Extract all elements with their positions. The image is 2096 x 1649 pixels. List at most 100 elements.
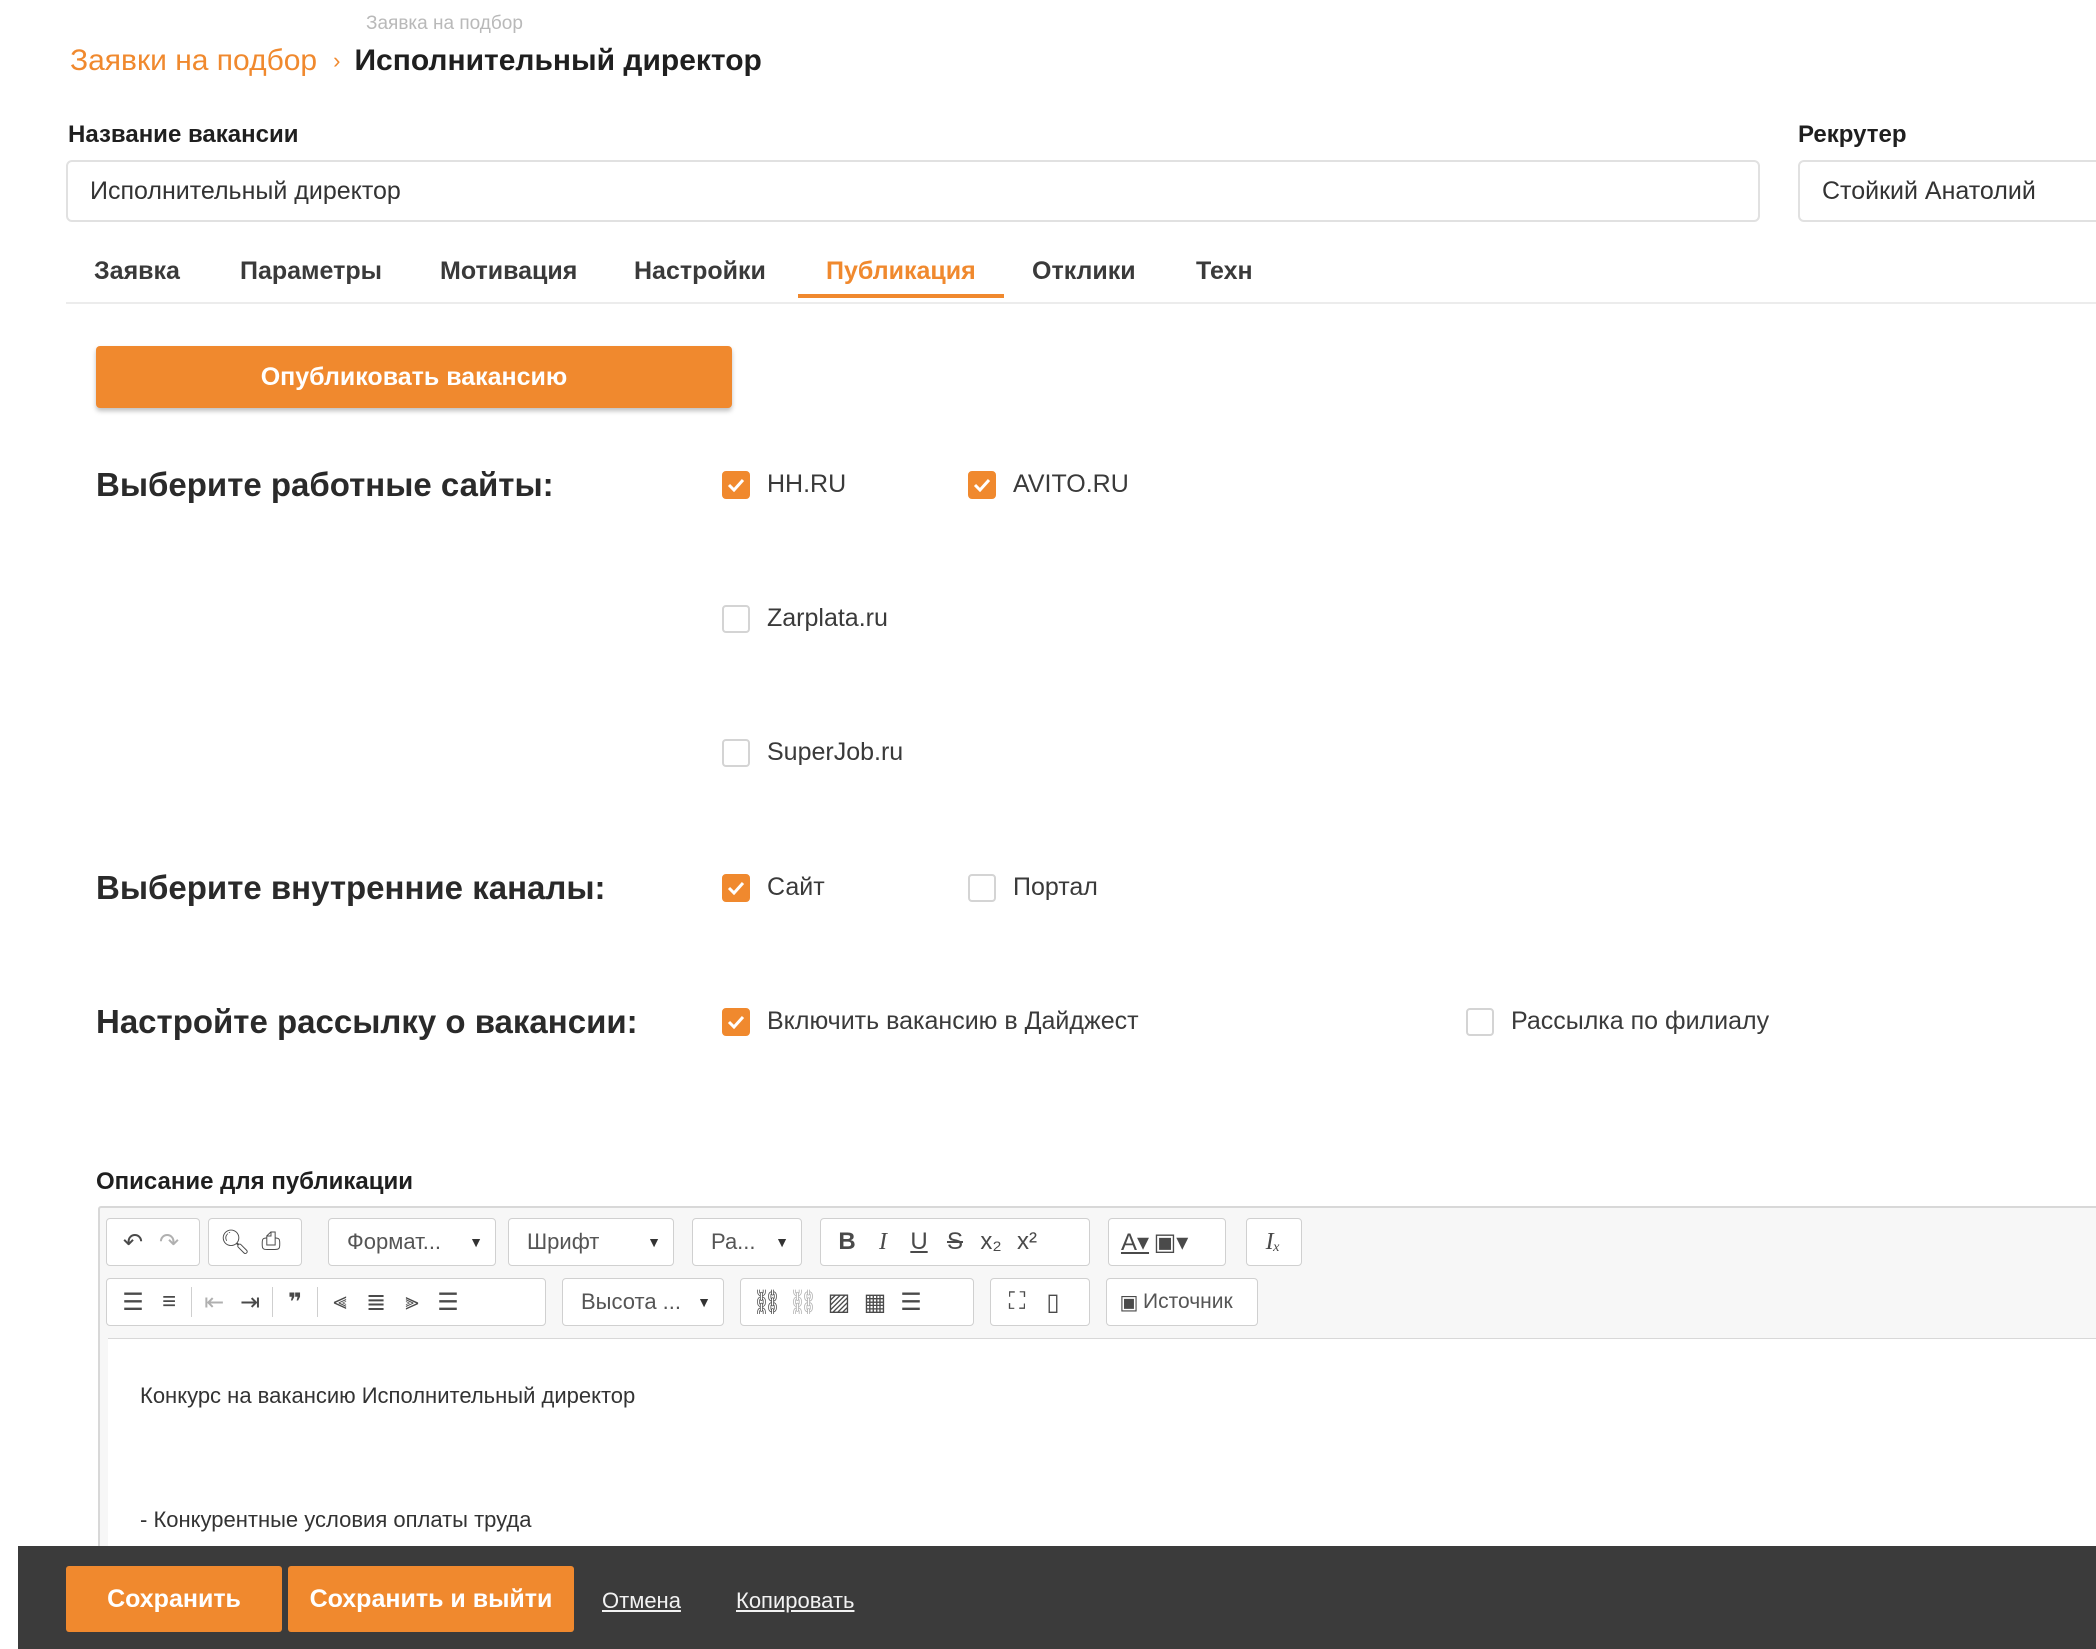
checkbox-zarplata-box[interactable] (722, 604, 750, 633)
bulleted-list-icon[interactable]: ☰ (115, 1282, 151, 1322)
checkbox-branch-mailing-label: Рассылка по филиалу (1511, 1007, 1770, 1035)
cancel-link[interactable]: Отмена (602, 1588, 681, 1614)
checkbox-site[interactable]: Сайт (722, 873, 825, 902)
vacancy-name-label: Название вакансии (68, 121, 299, 148)
toolbar-divider (272, 1287, 273, 1317)
checkbox-digest-box[interactable] (722, 1007, 750, 1036)
checkbox-zarplata-label: Zarplata.ru (767, 604, 888, 632)
checkbox-hh[interactable]: HH.RU (722, 470, 846, 499)
recruiter-label: Рекрутер (1798, 121, 1907, 148)
image-icon[interactable]: ▨ (821, 1282, 857, 1322)
format-select[interactable]: Формат... ▼ (328, 1218, 496, 1266)
numbered-list-icon[interactable]: ≡ (151, 1282, 187, 1322)
checkbox-portal-label: Портал (1013, 873, 1098, 901)
chevron-down-icon: ▼ (697, 1294, 711, 1310)
size-select-value: Ра... (711, 1229, 756, 1254)
undo-icon[interactable]: ↶ (115, 1222, 151, 1262)
checkbox-zarplata[interactable]: Zarplata.ru (722, 604, 888, 633)
redo-icon[interactable]: ↷ (151, 1222, 187, 1262)
tab-responses[interactable]: Отклики (1032, 240, 1136, 302)
history-group: ↶ ↷ (106, 1218, 200, 1266)
checkbox-superjob-label: SuperJob.ru (767, 738, 904, 766)
breadcrumb-caption: Заявка на подбор (366, 13, 523, 34)
blockquote-icon[interactable]: ❞ (277, 1282, 313, 1322)
save-button[interactable]: Сохранить (66, 1566, 282, 1632)
tab-tech[interactable]: Техн (1196, 240, 1253, 302)
align-right-icon[interactable]: ⫸ (394, 1282, 430, 1322)
editor-content[interactable]: Конкурс на вакансию Исполнительный дирек… (108, 1338, 2096, 1563)
recruiter-value: Стойкий Анатолий (1822, 176, 2036, 205)
background-color-icon[interactable]: ▣▾ (1153, 1222, 1189, 1262)
breadcrumb-parent-link[interactable]: Заявки на подбор (70, 44, 317, 78)
preview-icon[interactable]: 🔍︎ (217, 1222, 253, 1262)
underline-icon[interactable]: U (901, 1222, 937, 1262)
checkbox-superjob[interactable]: SuperJob.ru (722, 738, 903, 767)
italic-icon[interactable]: I (865, 1222, 901, 1262)
checkbox-branch-mailing-box[interactable] (1466, 1007, 1494, 1036)
chevron-down-icon: ▼ (775, 1234, 789, 1250)
source-button[interactable]: ▣ Источник (1106, 1278, 1258, 1326)
text-color-icon[interactable]: A▾ (1117, 1222, 1153, 1262)
bold-icon[interactable]: B (829, 1222, 865, 1262)
insert-group: ⛓ ⛓ ▨ ▦ ☰ (740, 1278, 974, 1326)
check-icon (727, 1015, 745, 1029)
source-button-label: Источник (1143, 1290, 1233, 1313)
font-select[interactable]: Шрифт ▼ (508, 1218, 674, 1266)
checkbox-superjob-box[interactable] (722, 738, 750, 767)
align-center-icon[interactable]: ≣ (358, 1282, 394, 1322)
checkbox-avito-label: AVITO.RU (1013, 470, 1129, 498)
clear-format-group: Iₓ (1246, 1218, 1302, 1266)
checkbox-site-label: Сайт (767, 873, 825, 901)
checkbox-avito[interactable]: AVITO.RU (968, 470, 1129, 499)
rich-text-editor: ↶ ↷ 🔍︎ ⎙ Формат... ▼ Шрифт ▼ Ра... ▼ B I U … (98, 1206, 2096, 1566)
link-icon[interactable]: ⛓ (749, 1282, 785, 1322)
align-left-icon[interactable]: ⫷ (322, 1282, 358, 1322)
strikethrough-icon[interactable]: S (937, 1222, 973, 1262)
checkbox-hh-label: HH.RU (767, 470, 847, 498)
recruiter-field[interactable]: Стойкий Анатолий (1798, 160, 2096, 222)
show-blocks-icon[interactable]: ▯ (1035, 1282, 1071, 1322)
editor-line: Конкурс на вакансию Исполнительный дирек… (140, 1383, 636, 1408)
check-icon (727, 881, 745, 895)
publish-vacancy-button[interactable]: Опубликовать вакансию (96, 346, 732, 408)
checkbox-portal[interactable]: Портал (968, 873, 1098, 902)
text-style-group: B I U S x₂ x² (820, 1218, 1090, 1266)
save-and-exit-button[interactable]: Сохранить и выйти (288, 1566, 574, 1632)
print-icon[interactable]: ⎙ (253, 1222, 289, 1262)
tab-parameters[interactable]: Параметры (240, 240, 382, 302)
horizontal-line-icon[interactable]: ☰ (893, 1282, 929, 1322)
copy-link[interactable]: Копировать (736, 1588, 854, 1614)
tab-request[interactable]: Заявка (94, 240, 180, 302)
maximize-icon[interactable]: ⛶ (999, 1282, 1035, 1322)
font-select-value: Шрифт (527, 1229, 600, 1254)
checkbox-avito-box[interactable] (968, 470, 996, 499)
checkbox-site-box[interactable] (722, 873, 750, 902)
paragraph-group: ☰ ≡ ⇤ ⇥ ❞ ⫷ ≣ ⫸ ☰ (106, 1278, 546, 1326)
table-icon[interactable]: ▦ (857, 1282, 893, 1322)
unlink-icon[interactable]: ⛓ (785, 1282, 821, 1322)
remove-format-icon[interactable]: Iₓ (1255, 1222, 1291, 1262)
line-height-select-value: Высота ... (581, 1289, 681, 1314)
line-height-select[interactable]: Высота ... ▼ (562, 1278, 724, 1326)
checkbox-digest[interactable]: Включить вакансию в Дайджест (722, 1007, 1139, 1036)
toolbar-divider (317, 1287, 318, 1317)
subscript-icon[interactable]: x₂ (973, 1222, 1009, 1262)
tab-motivation[interactable]: Мотивация (440, 240, 577, 302)
checkbox-branch-mailing[interactable]: Рассылка по филиалу (1466, 1007, 1769, 1036)
source-icon: ▣ (1119, 1291, 1139, 1314)
tab-settings[interactable]: Настройки (634, 240, 766, 302)
vacancy-name-input[interactable]: Исполнительный директор (66, 160, 1760, 222)
align-justify-icon[interactable]: ☰ (430, 1282, 466, 1322)
checkbox-hh-box[interactable] (722, 470, 750, 499)
check-icon (973, 478, 991, 492)
checkbox-portal-box[interactable] (968, 873, 996, 902)
chevron-down-icon: ▼ (647, 1234, 661, 1250)
tab-publication[interactable]: Публикация (826, 240, 976, 302)
outdent-icon[interactable]: ⇤ (196, 1282, 232, 1322)
superscript-icon[interactable]: x² (1009, 1222, 1045, 1262)
mailing-title: Настройте рассылку о вакансии: (96, 1003, 638, 1040)
indent-icon[interactable]: ⇥ (232, 1282, 268, 1322)
preview-group: 🔍︎ ⎙ (208, 1218, 302, 1266)
size-select[interactable]: Ра... ▼ (692, 1218, 802, 1266)
view-group: ⛶ ▯ (990, 1278, 1090, 1326)
